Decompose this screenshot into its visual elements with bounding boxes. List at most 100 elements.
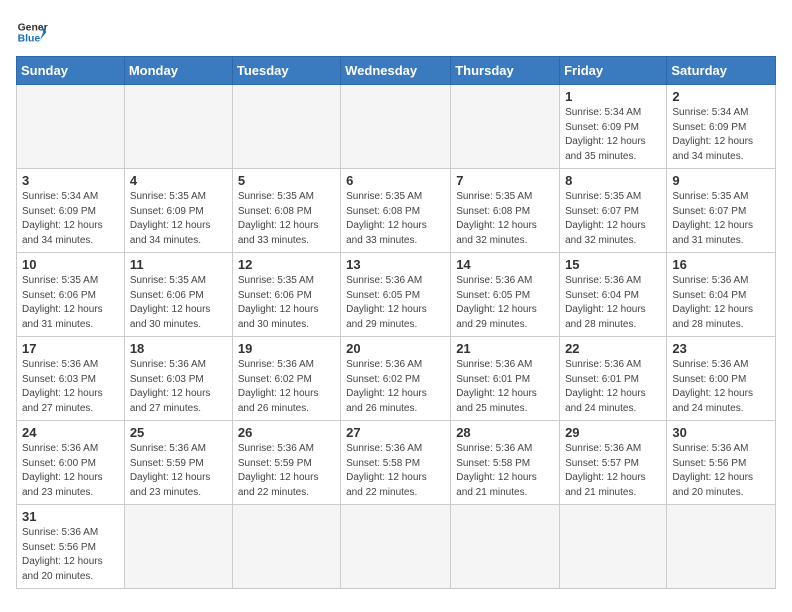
day-info: Sunrise: 5:36 AM Sunset: 6:00 PM Dayligh… (672, 358, 770, 416)
day-info: Sunrise: 5:36 AM Sunset: 6:03 PM Dayligh… (130, 358, 227, 416)
day-info: Sunrise: 5:36 AM Sunset: 6:05 PM Dayligh… (456, 274, 554, 332)
day-info: Sunrise: 5:35 AM Sunset: 6:08 PM Dayligh… (456, 190, 554, 248)
day-number: 20 (346, 341, 445, 356)
calendar-cell (560, 505, 667, 589)
calendar-cell: 24Sunrise: 5:36 AM Sunset: 6:00 PM Dayli… (17, 421, 125, 505)
calendar-cell: 13 Sunrise: 5:36 AM Sunset: 6:05 PM Dayli… (341, 253, 451, 337)
calendar-cell: 15Sunrise: 5:36 AM Sunset: 6:04 PM Dayli… (560, 253, 667, 337)
calendar-cell: 23 Sunrise: 5:36 AM Sunset: 6:00 PM Dayli… (667, 337, 776, 421)
day-info: Sunrise: 5:36 AM Sunset: 6:03 PM Dayligh… (22, 358, 119, 416)
generalblue-logo-icon: General Blue (16, 16, 48, 48)
calendar-cell: 21Sunrise: 5:36 AM Sunset: 6:01 PM Dayli… (451, 337, 560, 421)
day-number: 11 (130, 257, 227, 272)
day-info: Sunrise: 5:35 AM Sunset: 6:06 PM Dayligh… (238, 274, 335, 332)
day-number: 1 (565, 89, 661, 104)
day-number: 22 (565, 341, 661, 356)
calendar-cell (451, 505, 560, 589)
weekday-header-wednesday: Wednesday (341, 57, 451, 85)
day-info: Sunrise: 5:36 AM Sunset: 5:59 PM Dayligh… (130, 442, 227, 500)
day-number: 25 (130, 425, 227, 440)
calendar-cell: 18 Sunrise: 5:36 AM Sunset: 6:03 PM Dayli… (124, 337, 232, 421)
day-info: Sunrise: 5:34 AM Sunset: 6:09 PM Dayligh… (22, 190, 119, 248)
calendar-cell: 3 Sunrise: 5:34 AM Sunset: 6:09 PM Daylig… (17, 169, 125, 253)
calendar-cell (451, 85, 560, 169)
day-info: Sunrise: 5:36 AM Sunset: 5:56 PM Dayligh… (672, 442, 770, 500)
day-info: Sunrise: 5:35 AM Sunset: 6:06 PM Dayligh… (22, 274, 119, 332)
page-header: General Blue (16, 16, 776, 48)
weekday-header-row: SundayMondayTuesdayWednesdayThursdayFrid… (17, 57, 776, 85)
day-info: Sunrise: 5:36 AM Sunset: 5:58 PM Dayligh… (346, 442, 445, 500)
calendar-cell: 10 Sunrise: 5:35 AM Sunset: 6:06 PM Dayli… (17, 253, 125, 337)
day-info: Sunrise: 5:34 AM Sunset: 6:09 PM Dayligh… (565, 106, 661, 164)
day-info: Sunrise: 5:36 AM Sunset: 6:02 PM Dayligh… (346, 358, 445, 416)
day-number: 26 (238, 425, 335, 440)
day-info: Sunrise: 5:36 AM Sunset: 6:02 PM Dayligh… (238, 358, 335, 416)
calendar-cell (124, 505, 232, 589)
day-number: 23 (672, 341, 770, 356)
day-info: Sunrise: 5:35 AM Sunset: 6:07 PM Dayligh… (672, 190, 770, 248)
day-info: Sunrise: 5:36 AM Sunset: 5:59 PM Dayligh… (238, 442, 335, 500)
calendar-table: SundayMondayTuesdayWednesdayThursdayFrid… (16, 56, 776, 589)
calendar-week-1: 1 Sunrise: 5:34 AM Sunset: 6:09 PM Daylig… (17, 85, 776, 169)
calendar-cell: 31Sunrise: 5:36 AM Sunset: 5:56 PM Dayli… (17, 505, 125, 589)
day-number: 6 (346, 173, 445, 188)
weekday-header-monday: Monday (124, 57, 232, 85)
calendar-week-5: 24Sunrise: 5:36 AM Sunset: 6:00 PM Dayli… (17, 421, 776, 505)
day-number: 17 (22, 341, 119, 356)
logo: General Blue (16, 16, 48, 48)
calendar-week-6: 31Sunrise: 5:36 AM Sunset: 5:56 PM Dayli… (17, 505, 776, 589)
day-number: 13 (346, 257, 445, 272)
calendar-cell (667, 505, 776, 589)
day-info: Sunrise: 5:36 AM Sunset: 6:01 PM Dayligh… (565, 358, 661, 416)
day-number: 3 (22, 173, 119, 188)
calendar-cell (17, 85, 125, 169)
day-info: Sunrise: 5:36 AM Sunset: 5:56 PM Dayligh… (22, 526, 119, 584)
calendar-cell: 14 Sunrise: 5:36 AM Sunset: 6:05 PM Dayli… (451, 253, 560, 337)
calendar-cell: 1 Sunrise: 5:34 AM Sunset: 6:09 PM Daylig… (560, 85, 667, 169)
day-info: Sunrise: 5:35 AM Sunset: 6:08 PM Dayligh… (346, 190, 445, 248)
day-info: Sunrise: 5:35 AM Sunset: 6:08 PM Dayligh… (238, 190, 335, 248)
day-number: 27 (346, 425, 445, 440)
day-number: 7 (456, 173, 554, 188)
calendar-cell: 30Sunrise: 5:36 AM Sunset: 5:56 PM Dayli… (667, 421, 776, 505)
calendar-cell (232, 505, 340, 589)
day-number: 24 (22, 425, 119, 440)
calendar-cell: 22 Sunrise: 5:36 AM Sunset: 6:01 PM Dayli… (560, 337, 667, 421)
calendar-cell: 27 Sunrise: 5:36 AM Sunset: 5:58 PM Dayli… (341, 421, 451, 505)
calendar-week-3: 10 Sunrise: 5:35 AM Sunset: 6:06 PM Dayli… (17, 253, 776, 337)
day-number: 29 (565, 425, 661, 440)
calendar-cell: 8Sunrise: 5:35 AM Sunset: 6:07 PM Daylig… (560, 169, 667, 253)
day-number: 10 (22, 257, 119, 272)
calendar-cell: 6 Sunrise: 5:35 AM Sunset: 6:08 PM Daylig… (341, 169, 451, 253)
calendar-cell: 11Sunrise: 5:35 AM Sunset: 6:06 PM Dayli… (124, 253, 232, 337)
calendar-cell: 7 Sunrise: 5:35 AM Sunset: 6:08 PM Daylig… (451, 169, 560, 253)
weekday-header-saturday: Saturday (667, 57, 776, 85)
calendar-cell: 29 Sunrise: 5:36 AM Sunset: 5:57 PM Dayli… (560, 421, 667, 505)
day-info: Sunrise: 5:36 AM Sunset: 6:04 PM Dayligh… (672, 274, 770, 332)
calendar-cell (341, 505, 451, 589)
calendar-cell: 9Sunrise: 5:35 AM Sunset: 6:07 PM Daylig… (667, 169, 776, 253)
day-number: 5 (238, 173, 335, 188)
weekday-header-thursday: Thursday (451, 57, 560, 85)
day-number: 12 (238, 257, 335, 272)
calendar-cell: 19 Sunrise: 5:36 AM Sunset: 6:02 PM Dayli… (232, 337, 340, 421)
day-info: Sunrise: 5:35 AM Sunset: 6:07 PM Dayligh… (565, 190, 661, 248)
svg-text:Blue: Blue (18, 34, 41, 45)
calendar-cell (124, 85, 232, 169)
calendar-cell: 12 Sunrise: 5:35 AM Sunset: 6:06 PM Dayli… (232, 253, 340, 337)
day-info: Sunrise: 5:35 AM Sunset: 6:09 PM Dayligh… (130, 190, 227, 248)
calendar-cell: 17 Sunrise: 5:36 AM Sunset: 6:03 PM Dayli… (17, 337, 125, 421)
day-number: 15 (565, 257, 661, 272)
day-number: 18 (130, 341, 227, 356)
calendar-cell: 26 Sunrise: 5:36 AM Sunset: 5:59 PM Dayli… (232, 421, 340, 505)
calendar-cell: 4Sunrise: 5:35 AM Sunset: 6:09 PM Daylig… (124, 169, 232, 253)
day-info: Sunrise: 5:36 AM Sunset: 5:57 PM Dayligh… (565, 442, 661, 500)
day-info: Sunrise: 5:36 AM Sunset: 6:05 PM Dayligh… (346, 274, 445, 332)
day-info: Sunrise: 5:34 AM Sunset: 6:09 PM Dayligh… (672, 106, 770, 164)
day-info: Sunrise: 5:36 AM Sunset: 6:01 PM Dayligh… (456, 358, 554, 416)
day-number: 19 (238, 341, 335, 356)
day-number: 14 (456, 257, 554, 272)
calendar-cell: 5 Sunrise: 5:35 AM Sunset: 6:08 PM Daylig… (232, 169, 340, 253)
calendar-week-4: 17 Sunrise: 5:36 AM Sunset: 6:03 PM Dayli… (17, 337, 776, 421)
calendar-cell: 2Sunrise: 5:34 AM Sunset: 6:09 PM Daylig… (667, 85, 776, 169)
